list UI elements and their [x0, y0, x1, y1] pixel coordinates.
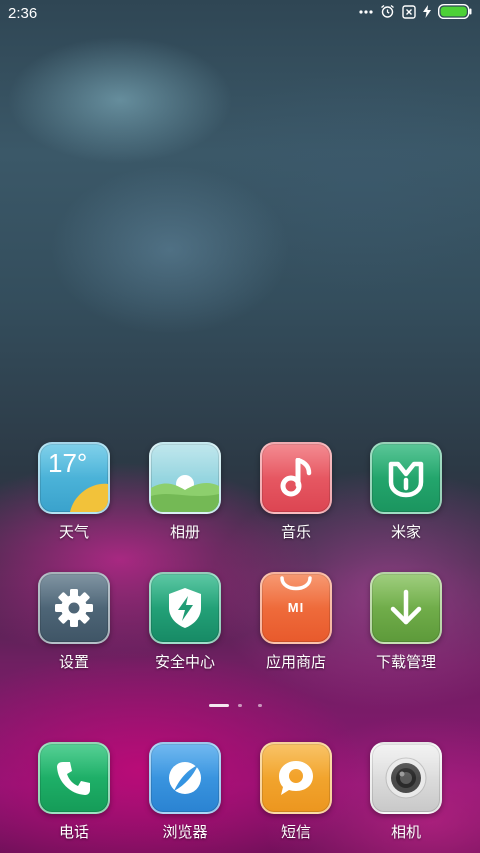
page-dot[interactable] [238, 704, 242, 707]
dock-camera[interactable]: 相机 [351, 742, 461, 842]
app-label: 相机 [390, 823, 421, 841]
app-music[interactable]: 音乐 [241, 442, 351, 542]
app-label: 安全中心 [154, 653, 215, 671]
charging-bolt-icon [423, 5, 431, 18]
weather-icon: 17° [38, 442, 110, 514]
app-label: 音乐 [280, 523, 311, 541]
more-dots-icon [359, 9, 373, 14]
app-label: 浏览器 [162, 823, 208, 841]
app-label: 天气 [58, 523, 89, 541]
app-gallery[interactable]: 相册 [130, 442, 240, 542]
camera-icon [370, 742, 442, 814]
app-mijia[interactable]: 米家 [351, 442, 461, 542]
shield-bolt-icon [149, 572, 221, 644]
phone-icon [38, 742, 110, 814]
status-bar: 2:36 [0, 0, 480, 26]
app-label: 应用商店 [265, 653, 326, 671]
app-download-manager[interactable]: 下载管理 [351, 572, 461, 672]
app-label: 下载管理 [375, 653, 436, 671]
dock-browser[interactable]: 浏览器 [130, 742, 240, 842]
page-dot-active[interactable] [209, 704, 229, 707]
battery-icon [438, 4, 472, 19]
page-dot[interactable] [258, 704, 262, 707]
gear-icon [38, 572, 110, 644]
app-label: 电话 [58, 823, 89, 841]
status-time: 2:36 [8, 5, 38, 22]
status-icons [359, 4, 472, 19]
app-weather[interactable]: 17° 天气 [19, 442, 129, 542]
app-label: 短信 [280, 823, 311, 841]
app-label: 设置 [58, 653, 89, 671]
dock-phone[interactable]: 电话 [19, 742, 129, 842]
message-bubble-icon [260, 742, 332, 814]
app-security-center[interactable]: 安全中心 [130, 572, 240, 672]
gallery-icon [149, 442, 221, 514]
app-settings[interactable]: 设置 [19, 572, 129, 672]
app-label: 相册 [169, 523, 200, 541]
browser-icon [149, 742, 221, 814]
app-store-badge-text: MI [287, 600, 305, 615]
download-arrow-icon [370, 572, 442, 644]
app-store[interactable]: MI 应用商店 [241, 572, 351, 672]
mijia-icon [370, 442, 442, 514]
page-indicator [0, 702, 480, 710]
no-sim-icon [402, 4, 416, 19]
app-label: 米家 [390, 523, 421, 541]
dock-messages[interactable]: 短信 [241, 742, 351, 842]
alarm-clock-icon [380, 4, 395, 19]
weather-temperature: 17° [48, 448, 88, 478]
shopping-bag-icon: MI [260, 572, 332, 644]
music-note-icon [260, 442, 332, 514]
